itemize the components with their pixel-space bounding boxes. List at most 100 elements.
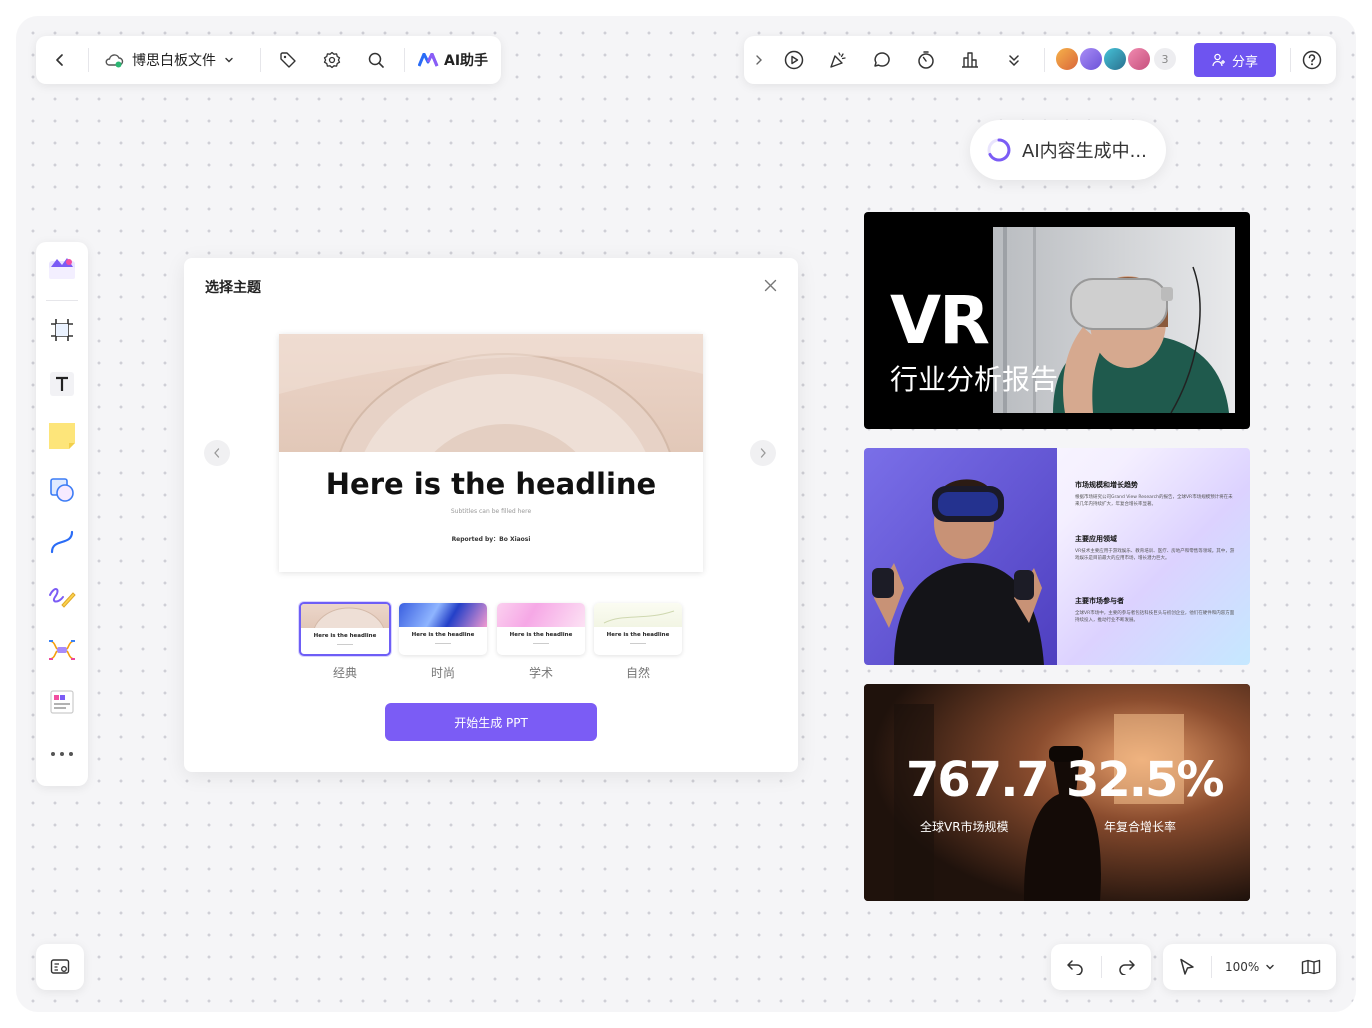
avatar[interactable]	[1102, 46, 1128, 72]
section-heading: 主要市场参与者	[1075, 597, 1124, 605]
sticky-note-tool[interactable]	[44, 418, 80, 454]
top-right-toolbar: 3 分享	[744, 36, 1336, 84]
avatar[interactable]	[1126, 46, 1152, 72]
chevron-right-icon	[756, 55, 762, 65]
ai-logo-icon	[418, 53, 439, 67]
slide-market-stats[interactable]: 767.7 全球VR市场规模 32.5% 年复合增长率	[864, 684, 1250, 901]
section-body: 根据市场研究公司Grand View Research的报告，全球VR市场规模预…	[1075, 495, 1233, 507]
vr-player-photo	[864, 448, 1057, 665]
view-controls: 100%	[1163, 944, 1336, 990]
tag-button[interactable]	[276, 48, 300, 72]
share-button[interactable]: 分享	[1194, 43, 1276, 77]
sticky-note-icon	[49, 423, 75, 449]
tag-icon	[280, 52, 296, 68]
redo-icon	[1119, 960, 1135, 975]
avatar[interactable]	[1078, 46, 1104, 72]
top-left-toolbar: 博思白板文件 AI助手	[36, 36, 501, 84]
text-icon	[50, 372, 74, 396]
shape-tool[interactable]	[44, 472, 80, 508]
more-tools-button[interactable]	[1002, 48, 1026, 72]
stat1-value: 767.7	[906, 752, 1050, 808]
cursor-icon	[1180, 958, 1194, 975]
undo-icon	[1067, 960, 1083, 975]
templates-icon	[49, 258, 75, 279]
slide1-title: VR	[890, 282, 990, 359]
help-button[interactable]	[1300, 48, 1324, 72]
connector-icon	[50, 530, 74, 554]
history-controls	[1051, 944, 1151, 990]
help-icon	[1302, 50, 1322, 70]
preview-reported-by: Reported by：Bo Xiaosi	[451, 536, 531, 543]
frame-icon	[51, 319, 73, 341]
present-button[interactable]	[782, 48, 806, 72]
map-view-button[interactable]	[1299, 955, 1323, 979]
more-members-count[interactable]: 3	[1152, 46, 1178, 72]
templates-tool[interactable]	[44, 250, 80, 286]
prev-theme-button[interactable]	[204, 440, 230, 466]
cloud-synced-icon	[105, 54, 124, 68]
zoom-dropdown[interactable]: 100%	[1225, 955, 1275, 979]
minimap-button[interactable]	[36, 944, 84, 990]
preview-headline: Here is the headline	[325, 467, 657, 501]
theme-option-academic[interactable]: Here is the headline	[497, 603, 585, 655]
mindmap-tool[interactable]	[44, 632, 80, 668]
table-card-tool[interactable]	[44, 684, 80, 720]
generate-ppt-button[interactable]: 开始生成 PPT	[385, 703, 597, 741]
comment-icon	[874, 52, 890, 67]
mindmap-icon	[48, 640, 76, 660]
stat1-label: 全球VR市场规模	[920, 820, 1009, 834]
avatar[interactable]	[1054, 46, 1080, 72]
theme-label-fashion: 时尚	[430, 666, 455, 680]
gear-icon	[323, 51, 341, 69]
comment-button[interactable]	[870, 48, 894, 72]
close-icon	[764, 279, 776, 291]
file-menu[interactable]: 博思白板文件	[104, 48, 234, 72]
slide-vr-cover[interactable]: VR 行业分析报告	[864, 212, 1250, 429]
play-circle-icon	[784, 50, 804, 70]
share-label: 分享	[1231, 54, 1258, 70]
slide-market-overview[interactable]: 市场规模和增长趋势 根据市场研究公司Grand View Research的报告…	[864, 448, 1250, 665]
ai-generating-text: AI内容生成中...	[1022, 141, 1147, 162]
redo-button[interactable]	[1115, 955, 1139, 979]
more-dots-icon	[51, 752, 73, 756]
section-heading: 市场规模和增长趋势	[1075, 481, 1138, 489]
settings-button[interactable]	[320, 48, 344, 72]
table-card-icon	[50, 690, 74, 714]
double-chevron-down-icon	[1009, 55, 1019, 67]
dialog-title: 选择主题	[205, 280, 261, 296]
frame-tool[interactable]	[44, 312, 80, 348]
text-tool[interactable]	[44, 366, 80, 402]
theme-label-nature: 自然	[625, 666, 650, 680]
left-toolbar	[36, 242, 88, 786]
zoom-level: 100%	[1225, 960, 1260, 974]
theme-option-classic[interactable]: Here is the headline	[299, 602, 391, 656]
ai-assistant-button[interactable]: AI助手	[418, 48, 488, 72]
add-user-icon	[1212, 53, 1225, 67]
slide2-text-panel: 市场规模和增长趋势 根据市场研究公司Grand View Research的报告…	[1075, 480, 1235, 638]
theme-label-academic: 学术	[528, 666, 553, 680]
next-theme-button[interactable]	[750, 440, 776, 466]
more-tools-button[interactable]	[44, 736, 80, 772]
map-icon	[1301, 959, 1321, 975]
close-button[interactable]	[760, 275, 780, 295]
theme-option-nature[interactable]: Here is the headline	[594, 603, 682, 655]
select-tool-button[interactable]	[1175, 955, 1199, 979]
theme-thumb-headline: Here is the headline	[606, 632, 670, 638]
chevron-down-icon	[225, 57, 233, 63]
celebrate-button[interactable]	[826, 48, 850, 72]
search-icon	[368, 52, 384, 68]
undo-button[interactable]	[1063, 955, 1087, 979]
vote-button[interactable]	[958, 48, 982, 72]
pen-tool[interactable]	[44, 578, 80, 614]
theme-option-fashion[interactable]: Here is the headline	[399, 603, 487, 655]
search-button[interactable]	[364, 48, 388, 72]
connector-tool[interactable]	[44, 524, 80, 560]
theme-dialog: 选择主题 Here is the headline Subtitles can …	[184, 258, 798, 772]
whiteboard-canvas[interactable]: 博思白板文件 AI助手 3 分享 AI内容生成中... 选择主题 Here is…	[16, 16, 1356, 1012]
theme-thumb-headline: Here is the headline	[411, 632, 475, 638]
back-button[interactable]	[48, 48, 72, 72]
ai-generating-status: AI内容生成中...	[970, 120, 1166, 180]
timer-button[interactable]	[914, 48, 938, 72]
expand-toolbar-button[interactable]	[750, 50, 768, 70]
theme-thumb-headline: Here is the headline	[509, 632, 573, 638]
